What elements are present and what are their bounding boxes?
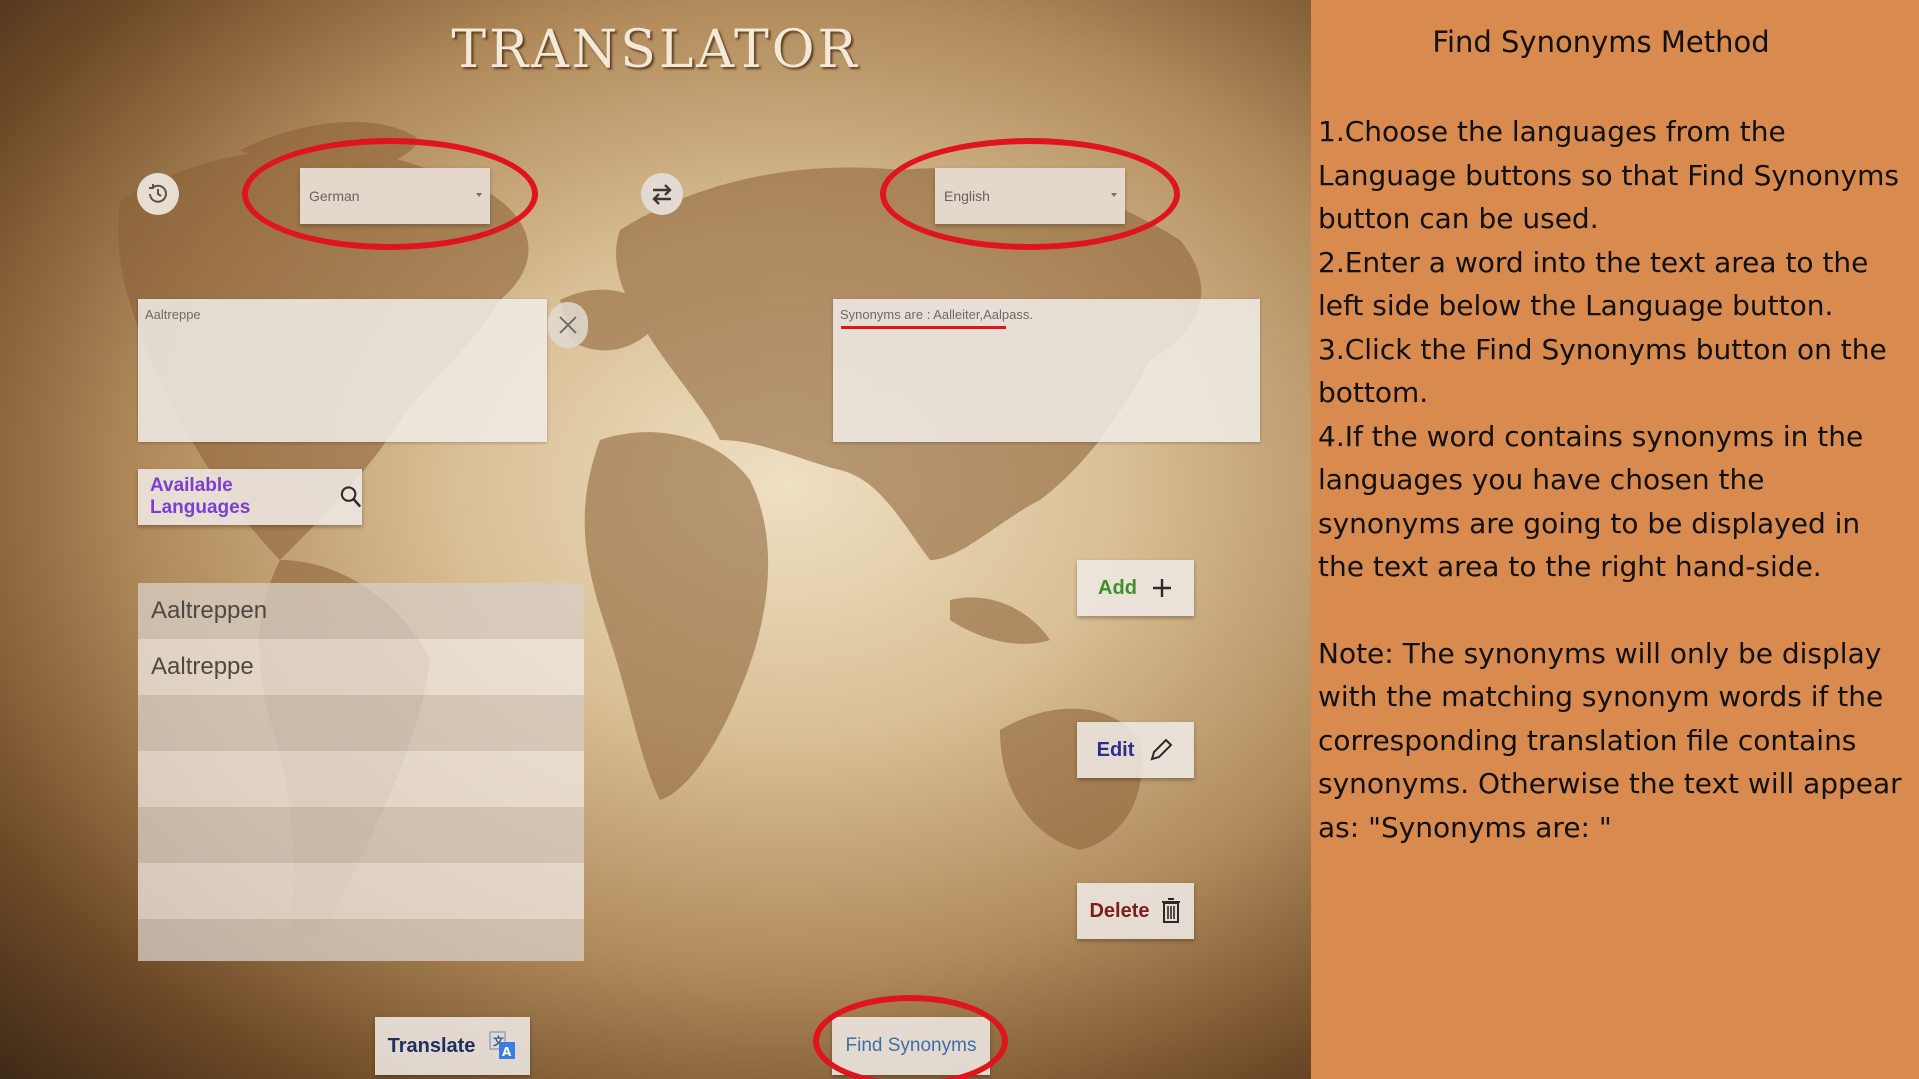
trash-icon [1161, 898, 1180, 923]
pencil-icon [1150, 738, 1173, 761]
app-title: TRANSLATOR [451, 20, 860, 80]
add-label: Add [1098, 576, 1137, 599]
highlight-find-synonyms [813, 995, 1008, 1079]
list-item[interactable] [138, 919, 584, 961]
translator-app: TRANSLATOR German English Aaltreppe Syno… [0, 0, 1311, 1079]
instruction-step: 1.Choose the languages from the Language… [1318, 115, 1899, 235]
clear-input-button[interactable] [548, 302, 588, 348]
swap-icon [652, 184, 672, 205]
output-text: Synonyms are : Aalleiter,Aalpass. [840, 307, 1033, 322]
delete-label: Delete [1089, 899, 1150, 922]
instruction-step: 3.Click the Find Synonyms button on the … [1318, 332, 1887, 410]
translate-button[interactable]: Translate 文 A [375, 1017, 530, 1075]
translate-icon: 文 A [489, 1031, 516, 1059]
input-text-area[interactable]: Aaltreppe [138, 299, 547, 442]
translate-label: Translate [387, 1034, 476, 1057]
clear-icon [559, 316, 577, 334]
output-underline [841, 326, 1006, 329]
list-item[interactable]: Aaltreppe [138, 639, 584, 695]
instruction-note: Note: The synonyms will only be display … [1318, 636, 1902, 844]
instructions-panel: Find Synonyms Method 1.Choose the langua… [1311, 0, 1919, 1079]
highlight-source-language [242, 138, 538, 250]
available-languages-button[interactable]: Available Languages [138, 469, 362, 525]
plus-icon [1152, 579, 1171, 597]
delete-button[interactable]: Delete [1077, 883, 1194, 939]
instruction-step: 4.If the word contains synonyms in the l… [1318, 419, 1864, 584]
edit-button[interactable]: Edit [1077, 722, 1194, 778]
panel-title: Find Synonyms Method [1432, 25, 1770, 59]
output-text-area[interactable]: Synonyms are : Aalleiter,Aalpass. [833, 299, 1260, 442]
highlight-target-language [880, 138, 1180, 250]
instruction-step: 2.Enter a word into the text area to the… [1318, 245, 1869, 323]
swap-languages-button[interactable] [641, 173, 683, 215]
list-item[interactable] [138, 695, 584, 751]
add-button[interactable]: Add [1077, 560, 1194, 616]
history-icon [149, 184, 167, 203]
word-list: Aaltreppen Aaltreppe [138, 583, 584, 961]
svg-text:A: A [502, 1045, 512, 1059]
list-item[interactable] [138, 751, 584, 807]
available-languages-label: Available Languages [150, 475, 251, 518]
list-item[interactable] [138, 807, 584, 863]
list-item[interactable]: Aaltreppen [138, 583, 584, 639]
input-text: Aaltreppe [145, 307, 201, 322]
search-icon [340, 486, 362, 508]
panel-body: 1.Choose the languages from the Language… [1318, 110, 1908, 849]
edit-label: Edit [1096, 738, 1135, 761]
list-item[interactable] [138, 863, 584, 919]
history-button[interactable] [137, 173, 179, 215]
